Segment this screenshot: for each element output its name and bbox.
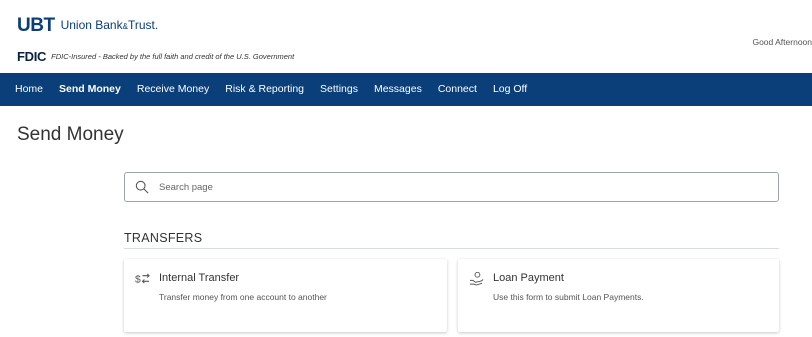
nav-connect[interactable]: Connect xyxy=(430,73,485,106)
card-title: Loan Payment xyxy=(493,272,564,284)
logo-name: Union Bank&Trust. xyxy=(61,18,159,35)
logo-mark: UBT xyxy=(17,15,55,36)
fdic-logo: FDIC xyxy=(17,49,47,64)
page: UBT Union Bank&Trust. FDIC FDIC-Insured … xyxy=(0,0,812,337)
svg-text:$: $ xyxy=(135,274,141,285)
transfer-icon: $ xyxy=(135,273,150,285)
nav-settings[interactable]: Settings xyxy=(312,73,366,106)
nav-messages[interactable]: Messages xyxy=(366,73,430,106)
card-title: Internal Transfer xyxy=(159,272,240,284)
section-heading-transfers: TRANSFERS xyxy=(124,231,203,245)
fdic-banner: FDIC FDIC-Insured - Backed by the full f… xyxy=(17,50,294,64)
card-description: Use this form to submit Loan Payments. xyxy=(493,292,644,302)
logo-name-part2: Trust. xyxy=(127,18,159,32)
greeting: Good Afternoon xyxy=(752,37,812,47)
nav-risk-reporting[interactable]: Risk & Reporting xyxy=(217,73,312,106)
header: UBT Union Bank&Trust. FDIC FDIC-Insured … xyxy=(0,0,812,73)
card-description: Transfer money from one account to anoth… xyxy=(159,292,327,302)
nav-receive-money[interactable]: Receive Money xyxy=(129,73,217,106)
card-internal-transfer[interactable]: $ Internal Transfer Transfer money from … xyxy=(124,259,447,332)
main-nav: Home Send Money Receive Money Risk & Rep… xyxy=(0,73,812,106)
nav-send-money[interactable]: Send Money xyxy=(51,73,129,106)
fdic-statement: FDIC-Insured - Backed by the full faith … xyxy=(51,52,295,61)
loan-payment-icon xyxy=(469,271,484,286)
card-loan-payment[interactable]: Loan Payment Use this form to submit Loa… xyxy=(458,259,779,332)
section-divider xyxy=(124,248,779,249)
nav-log-off[interactable]: Log Off xyxy=(485,73,535,106)
search-box[interactable] xyxy=(124,172,779,202)
page-title: Send Money xyxy=(17,124,124,145)
search-input[interactable] xyxy=(157,180,761,194)
nav-home[interactable]: Home xyxy=(0,73,51,106)
search-icon xyxy=(135,180,149,194)
logo-name-part1: Union Bank xyxy=(60,18,123,32)
bank-logo[interactable]: UBT Union Bank&Trust. xyxy=(17,16,158,35)
